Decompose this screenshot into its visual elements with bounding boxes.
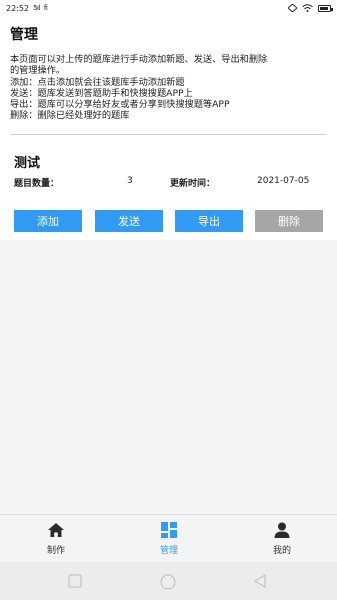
status-bar: 22:52 5ıl fi [0,0,337,16]
location-icon [288,4,297,12]
question-bank-meta: 题目数量： 3 更新时间： 2021-07-05 [14,176,323,190]
export-button[interactable]: 导出 [175,210,243,232]
system-navigation-bar [0,562,337,600]
tab-mine[interactable]: 我的 [252,521,312,561]
recent-apps-icon[interactable] [68,574,82,588]
description-line: 添加：点击添加就会往该题库手动添加新题 [10,76,185,88]
question-count-value: 3 [127,176,133,186]
battery-icon [318,4,333,12]
updated-time-value: 2021-07-05 [257,176,310,186]
home-key-icon[interactable] [160,574,176,590]
divider [10,134,327,135]
question-bank-name: 测试 [14,156,41,171]
delete-button[interactable]: 删除 [255,210,323,232]
signal-icon: 5ıl [33,4,40,12]
bottom-tab-bar: 制作 管理 我的 [0,514,337,562]
description-line: 本页面可以对上传的题库进行手动添加新题、发送、导出和删除 [10,54,268,65]
description-line: 删除：删除已经处理好的题库 [10,110,130,122]
description-line: 导出：题库可以分享给好友或者分享到快搜搜题等APP [10,99,230,111]
home-icon [48,523,64,537]
question-bank-card: 测试 题目数量： 3 更新时间： 2021-07-05 添加 发送 导出 删除 [0,140,337,240]
app-notification-icon: fi [43,4,48,12]
description-line: 发送：题库发送到答题助手和快搜搜题APP上 [10,87,193,99]
dashboard-icon [161,522,177,538]
tab-manage-label: 管理 [159,546,178,556]
tab-manage[interactable]: 管理 [139,521,199,561]
send-button[interactable]: 发送 [95,210,163,232]
updated-time-label: 更新时间： [170,179,216,189]
action-buttons: 添加 发送 导出 删除 [14,210,323,232]
tab-mine-label: 我的 [272,546,291,556]
person-icon [274,522,290,538]
wifi-icon [302,4,313,12]
description-line: 的管理操作。 [10,65,66,77]
tab-make[interactable]: 制作 [26,521,86,561]
status-time: 22:52 [6,3,30,13]
page-description: 本页面可以对上传的题库进行手动添加新题、发送、导出和删除 的管理操作。 添加：点… [10,54,327,122]
tab-make-label: 制作 [46,546,65,556]
question-count-label: 题目数量： [14,179,60,189]
page-title: 管理 [10,27,38,43]
back-icon[interactable] [253,574,267,588]
header-panel: 管理 本页面可以对上传的题库进行手动添加新题、发送、导出和删除 的管理操作。 添… [0,16,337,140]
add-button[interactable]: 添加 [14,210,82,232]
